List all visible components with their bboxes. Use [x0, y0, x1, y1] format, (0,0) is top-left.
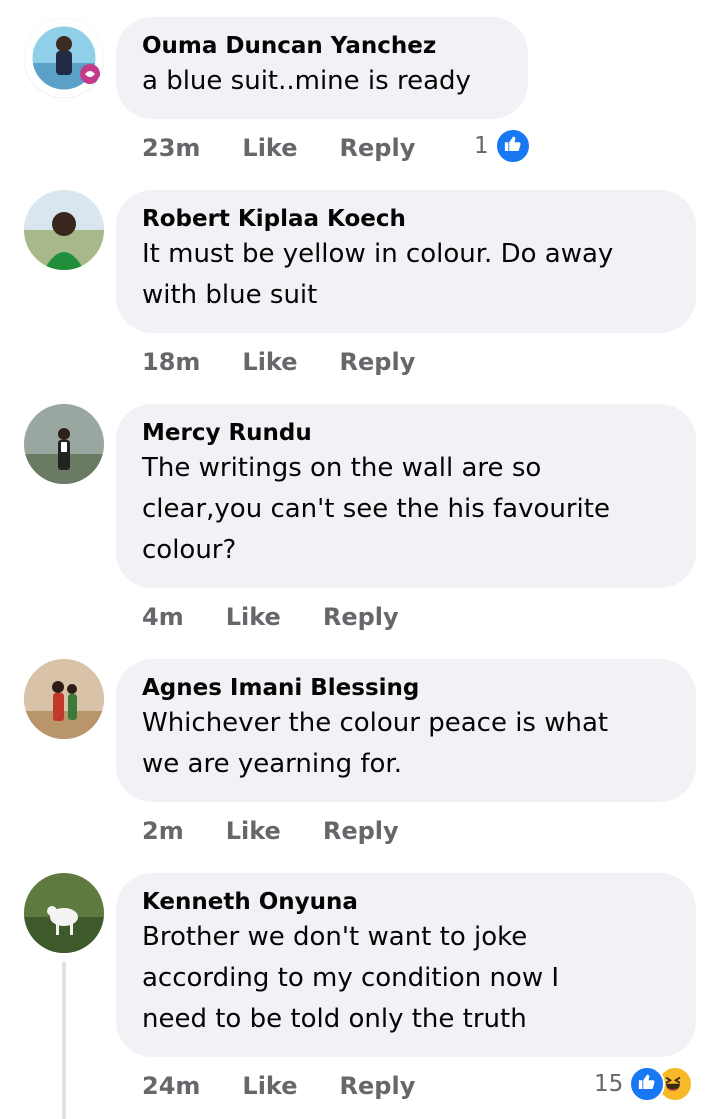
- reply-button[interactable]: Reply: [323, 817, 399, 845]
- reply-button[interactable]: Reply: [340, 348, 416, 376]
- avatar-photo: [24, 18, 104, 98]
- comment-time[interactable]: 2m: [142, 817, 184, 845]
- avatar[interactable]: [24, 190, 104, 270]
- comment-author[interactable]: Ouma Duncan Yanchez: [142, 31, 502, 61]
- comment-author[interactable]: Agnes Imani Blessing: [142, 673, 670, 703]
- comment-bubble: Robert Kiplaa Koech It must be yellow in…: [116, 190, 696, 333]
- like-button[interactable]: Like: [242, 348, 297, 376]
- avatar-photo: [24, 190, 104, 270]
- avatar-photo: [24, 659, 104, 739]
- avatar[interactable]: [24, 404, 104, 484]
- comment-time[interactable]: 4m: [142, 603, 184, 631]
- comment-bubble: Agnes Imani Blessing Whichever the colou…: [116, 659, 696, 802]
- reaction-count: 1: [474, 133, 489, 159]
- avatar[interactable]: [24, 873, 104, 953]
- comment-bubble: Kenneth Onyuna Brother we don't want to …: [116, 873, 696, 1057]
- reaction-summary[interactable]: 1: [474, 128, 531, 164]
- reply-button[interactable]: Reply: [323, 603, 399, 631]
- comment-bubble: Ouma Duncan Yanchez a blue suit..mine is…: [116, 17, 528, 119]
- comment-text: It must be yellow in colour. Do away wit…: [142, 239, 614, 310]
- reply-thread-line: [62, 962, 66, 1119]
- like-reaction-icon: [629, 1066, 666, 1102]
- avatar[interactable]: [24, 659, 104, 739]
- comment-author[interactable]: Mercy Rundu: [142, 418, 670, 448]
- like-button[interactable]: Like: [242, 134, 297, 162]
- comment-text: Whichever the colour peace is what we ar…: [142, 708, 609, 779]
- like-reaction-icon: [494, 128, 531, 164]
- comment-text: Brother we don't want to joke according …: [142, 922, 560, 1034]
- comment-text: The writings on the wall are so clear,yo…: [142, 453, 610, 565]
- comment-bubble: Mercy Rundu The writings on the wall are…: [116, 404, 696, 588]
- reaction-count: 15: [594, 1071, 624, 1097]
- avatar-photo: [24, 873, 104, 953]
- like-button[interactable]: Like: [226, 817, 281, 845]
- avatar-photo: [24, 404, 104, 484]
- comment-author[interactable]: Kenneth Onyuna: [142, 887, 670, 917]
- comment-time[interactable]: 23m: [142, 134, 200, 162]
- reply-button[interactable]: Reply: [340, 1072, 416, 1100]
- comment-actions: 2m Like Reply: [142, 813, 441, 849]
- comment-actions: 4m Like Reply: [142, 599, 441, 635]
- avatar[interactable]: [24, 18, 104, 98]
- like-button[interactable]: Like: [242, 1072, 297, 1100]
- comment-actions: 23m Like Reply: [142, 130, 457, 166]
- like-button[interactable]: Like: [226, 603, 281, 631]
- comment-time[interactable]: 24m: [142, 1072, 200, 1100]
- reaction-summary[interactable]: 15: [594, 1066, 694, 1102]
- comment-author[interactable]: Robert Kiplaa Koech: [142, 204, 670, 234]
- comment-actions: 18m Like Reply: [142, 344, 457, 380]
- comment-text: a blue suit..mine is ready: [142, 66, 471, 96]
- reply-button[interactable]: Reply: [340, 134, 416, 162]
- comment-time[interactable]: 18m: [142, 348, 200, 376]
- comment-actions: 24m Like Reply: [142, 1068, 457, 1104]
